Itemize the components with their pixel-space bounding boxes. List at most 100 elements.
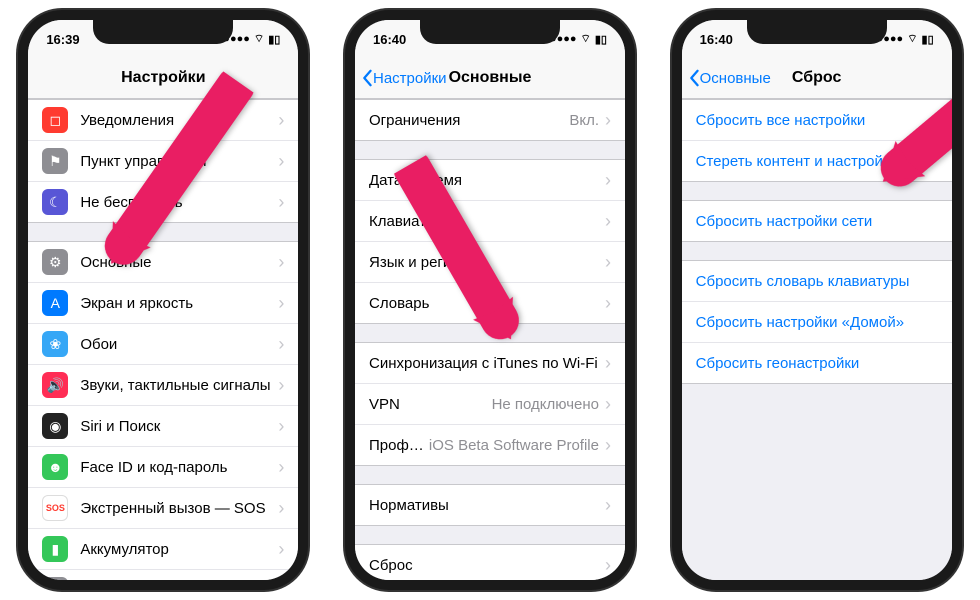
row-label: Словарь: [369, 295, 605, 312]
row-keyboard[interactable]: Клавиатура›: [355, 201, 625, 242]
settings-list: Сбросить все настройки Стереть контент и …: [682, 99, 952, 580]
row-restrictions[interactable]: ОграниченияВкл. ›: [355, 100, 625, 140]
settings-list: ◻Уведомления›⚑Пункт управления›☾Не беспо…: [28, 99, 298, 580]
row-reset[interactable]: Сброс›: [355, 545, 625, 580]
phone-mockup: 16:40●●●●⌔▮▯СбросОсновныеСбросить все на…: [672, 10, 962, 590]
row-notifications[interactable]: ◻Уведомления›: [28, 100, 298, 141]
row-datetime[interactable]: Дата и время›: [355, 160, 625, 201]
row-label: Клавиатура: [369, 213, 605, 230]
notifications-icon: ◻: [42, 107, 68, 133]
chevron-right-icon: ›: [278, 335, 284, 353]
row-label: Face ID и код-пароль: [80, 459, 278, 476]
phone-mockup: 16:40●●●●⌔▮▯ОсновныеНастройкиОграничения…: [345, 10, 635, 590]
row-sos[interactable]: SOSЭкстренный вызов — SOS›: [28, 488, 298, 529]
control-center-icon: ⚑: [42, 148, 68, 174]
row-privacy[interactable]: ✋Конфиденциальность›: [28, 570, 298, 580]
settings-group: Сбросить настройки сети: [682, 200, 952, 242]
chevron-right-icon: ›: [278, 499, 284, 517]
row-vpn[interactable]: VPNНе подключено›: [355, 384, 625, 425]
chevron-right-icon: ›: [605, 496, 611, 514]
nav-back-button[interactable]: Основные: [688, 69, 771, 87]
battery-icon: ▮▯: [595, 33, 607, 46]
siri-icon: ◉: [42, 413, 68, 439]
status-time: 16:40: [373, 32, 406, 47]
settings-group: Нормативы›: [355, 484, 625, 526]
row-label: Сбросить геонастройки: [696, 355, 938, 372]
row-label: Обои: [80, 336, 278, 353]
row-itunes-wifi[interactable]: Синхронизация с iTunes по Wi-Fi›: [355, 343, 625, 384]
sounds-icon: 🔊: [42, 372, 68, 398]
chevron-right-icon: ›: [605, 111, 611, 129]
row-reset-keyboard[interactable]: Сбросить словарь клавиатуры: [682, 261, 952, 302]
row-label: Не беспокоить: [80, 194, 278, 211]
battery-icon: ▮▯: [268, 33, 280, 46]
nav-back-label: Настройки: [373, 70, 447, 87]
row-label: Siri и Поиск: [80, 418, 278, 435]
do-not-disturb-icon: ☾: [42, 189, 68, 215]
general-icon: ⚙: [42, 249, 68, 275]
chevron-right-icon: ›: [605, 556, 611, 574]
row-reset-home[interactable]: Сбросить настройки «Домой»: [682, 302, 952, 343]
row-label: Уведомления: [80, 112, 278, 129]
row-reset-all[interactable]: Сбросить все настройки: [682, 100, 952, 141]
row-siri[interactable]: ◉Siri и Поиск›: [28, 406, 298, 447]
row-label: Ограничения: [369, 112, 569, 129]
settings-group: ОграниченияВкл. ›: [355, 99, 625, 141]
chevron-right-icon: ›: [278, 152, 284, 170]
settings-group: Дата и время›Клавиатура›Язык и регион›Сл…: [355, 159, 625, 324]
battery-icon: ▮: [42, 536, 68, 562]
sos-icon: SOS: [42, 495, 68, 521]
row-dictionary[interactable]: Словарь›: [355, 283, 625, 323]
chevron-right-icon: ›: [278, 540, 284, 558]
row-label: Пункт управления: [80, 153, 278, 170]
wifi-icon: ⌔: [254, 32, 264, 46]
wallpaper-icon: ❀: [42, 331, 68, 357]
nav-back-button[interactable]: Настройки: [361, 69, 447, 87]
row-sounds[interactable]: 🔊Звуки, тактильные сигналы›: [28, 365, 298, 406]
row-label: Звуки, тактильные сигналы: [80, 377, 278, 394]
settings-list: ОграниченияВкл.›Дата и время›Клавиатура›…: [355, 99, 625, 580]
display-icon: A: [42, 290, 68, 316]
chevron-right-icon: ›: [278, 294, 284, 312]
nav-title: Настройки: [28, 69, 298, 87]
phone-mockup: 16:39●●●●⌔▮▯Настройки◻Уведомления›⚑Пункт…: [18, 10, 308, 590]
wifi-icon: ⌔: [907, 32, 917, 46]
faceid-icon: ☻: [42, 454, 68, 480]
row-do-not-disturb[interactable]: ☾ Не беспокоить›: [28, 182, 298, 222]
row-label: Профиль: [369, 437, 429, 454]
settings-group: Сбросить все настройки Стереть контент и …: [682, 99, 952, 182]
row-value: Вкл.: [569, 112, 599, 129]
row-erase-all[interactable]: Стереть контент и настройки: [682, 141, 952, 181]
row-faceid[interactable]: ☻Face ID и код-пароль›: [28, 447, 298, 488]
row-profile[interactable]: ПрофильiOS Beta Software Profile ›: [355, 425, 625, 465]
chevron-right-icon: ›: [605, 294, 611, 312]
row-battery[interactable]: ▮ Аккумулятор›: [28, 529, 298, 570]
row-reset-location[interactable]: Сбросить геонастройки: [682, 343, 952, 383]
nav-bar: ОсновныеНастройки: [355, 58, 625, 99]
row-label: Аккумулятор: [80, 541, 278, 558]
row-regulatory[interactable]: Нормативы›: [355, 485, 625, 525]
row-label: Основные: [80, 254, 278, 271]
settings-group: ◻Уведомления›⚑Пункт управления›☾Не беспо…: [28, 99, 298, 223]
row-display[interactable]: A Экран и яркость›: [28, 283, 298, 324]
notch: [93, 20, 233, 44]
row-label: Сбросить все настройки: [696, 112, 938, 129]
chevron-right-icon: ›: [278, 193, 284, 211]
row-general[interactable]: ⚙Основные›: [28, 242, 298, 283]
row-label: Сбросить словарь клавиатуры: [696, 273, 938, 290]
chevron-right-icon: ›: [605, 436, 611, 454]
row-control-center[interactable]: ⚑ Пункт управления›: [28, 141, 298, 182]
nav-bar: СбросОсновные: [682, 58, 952, 99]
row-language[interactable]: Язык и регион›: [355, 242, 625, 283]
chevron-right-icon: ›: [605, 354, 611, 372]
row-reset-network[interactable]: Сбросить настройки сети: [682, 201, 952, 241]
row-value: iOS Beta Software Profile: [429, 437, 599, 454]
row-wallpaper[interactable]: ❀ Обои›: [28, 324, 298, 365]
notch: [747, 20, 887, 44]
row-label: Экран и яркость: [80, 295, 278, 312]
nav-back-label: Основные: [700, 70, 771, 87]
battery-icon: ▮▯: [922, 33, 934, 46]
row-value: Не подключено: [492, 396, 599, 413]
row-label: VPN: [369, 396, 492, 413]
notch: [420, 20, 560, 44]
